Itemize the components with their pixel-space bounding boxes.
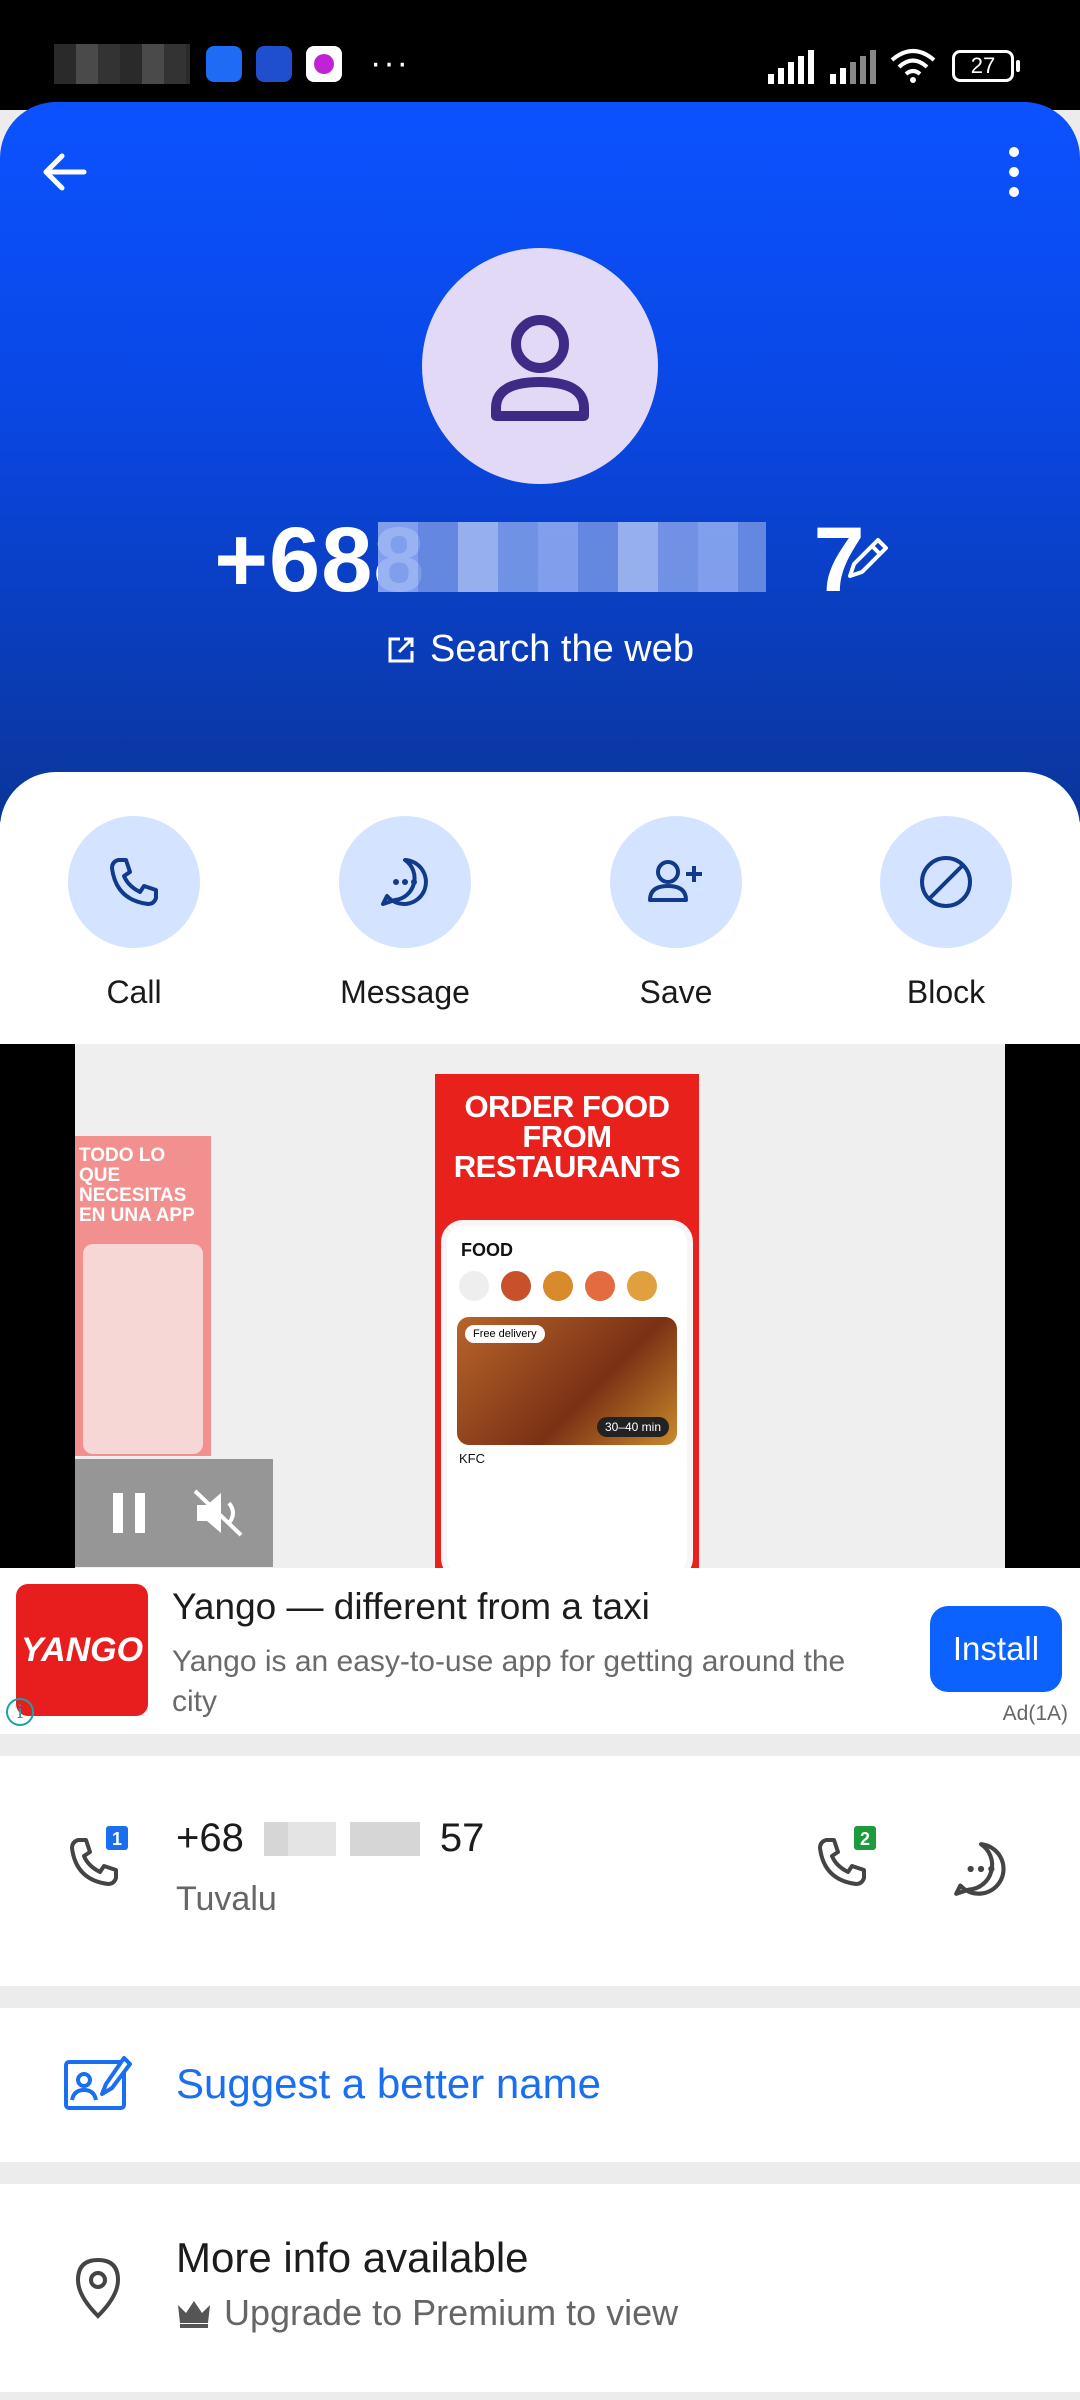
sim2-badge: 2	[860, 1829, 870, 1849]
number-prefix: +68	[176, 1816, 244, 1860]
message-icon[interactable]	[950, 1838, 1012, 1900]
block-button[interactable]: Block	[846, 816, 1046, 1011]
chat-bubble-icon	[381, 858, 428, 906]
action-panel: Call Message Save Block	[0, 772, 1080, 1044]
call-label: Call	[106, 974, 162, 1010]
promo-time: 30–40 min	[596, 1417, 669, 1437]
ad-title: Yango — different from a taxi	[172, 1586, 650, 1627]
ad-info[interactable]: YANGO Yango — different from a taxi Yang…	[0, 1568, 1080, 1734]
ad-video[interactable]: TODO LO QUE NECESITAS EN UNA APP ORDER F…	[0, 1044, 1080, 1568]
number-suffix: 57	[439, 1816, 485, 1860]
sim2-call-icon[interactable]: 2	[814, 1826, 886, 1898]
save-circle	[610, 816, 742, 948]
avatar	[422, 248, 658, 484]
promo-phone-mockup: FOOD Free delivery 30–40 min KFC	[441, 1220, 693, 1568]
message-label: Message	[340, 974, 470, 1010]
wifi-icon	[890, 49, 936, 83]
ad-tag: Ad(1A)	[1002, 1702, 1068, 1725]
number-mask-3	[350, 1822, 420, 1856]
suggest-name-card[interactable]: Suggest a better name	[0, 2008, 1080, 2162]
person-icon	[491, 315, 589, 421]
search-the-web-link[interactable]: Search the web	[0, 628, 1080, 671]
save-button[interactable]: Save	[576, 816, 776, 1011]
number-mask-1	[264, 1822, 288, 1856]
back-arrow-icon[interactable]	[38, 146, 90, 198]
block-circle	[880, 816, 1012, 948]
message-circle	[339, 816, 471, 948]
search-the-web-label: Search the web	[429, 628, 695, 670]
block-icon	[920, 856, 972, 908]
store-app-icon	[256, 46, 292, 82]
promo-title: ORDER FOOD FROM RESTAURANTS	[453, 1089, 681, 1184]
p-app-icon	[306, 46, 342, 82]
more-info-subtitle: Upgrade to Premium to view	[176, 2292, 678, 2334]
save-label: Save	[639, 974, 713, 1010]
external-link-icon	[388, 637, 414, 662]
more-notifications-icon: ···	[370, 44, 410, 82]
yango-logo-text: YANGO	[20, 1630, 144, 1669]
add-person-icon	[648, 860, 702, 902]
battery-icon: 27	[952, 50, 1014, 82]
message-button[interactable]: Message	[305, 816, 505, 1011]
promo-item: KFC	[459, 1451, 485, 1466]
location-pin-icon	[75, 2257, 121, 2319]
signal-2-icon	[830, 50, 876, 84]
call-circle	[68, 816, 200, 948]
video-controls	[75, 1459, 273, 1567]
phone-number-card: 1 +68 57 Tuvalu 2	[0, 1756, 1080, 1986]
battery-level: 27	[970, 53, 996, 78]
phone-country: Tuvalu	[176, 1880, 277, 1918]
redacted-number	[378, 522, 766, 592]
yango-logo: YANGO	[16, 1584, 148, 1716]
install-button[interactable]: Install	[930, 1606, 1062, 1692]
more-info-card[interactable]: More info available Upgrade to Premium t…	[0, 2184, 1080, 2392]
ad-info-icon[interactable]: i	[6, 1698, 34, 1726]
block-label: Block	[906, 974, 986, 1010]
more-info-title: More info available	[176, 2234, 529, 2281]
upgrade-premium-text: Upgrade to Premium to view	[224, 2292, 679, 2333]
signal-icon	[768, 50, 814, 84]
promo-left-text: TODO LO QUE NECESITAS EN UNA APP	[79, 1145, 195, 1226]
ad-description: Yango is an easy-to-use app for getting …	[172, 1645, 846, 1718]
phone-icon	[110, 858, 158, 906]
promo-section: FOOD	[461, 1240, 513, 1260]
number-mask-2	[288, 1822, 336, 1856]
sim1-badge: 1	[112, 1829, 122, 1849]
edit-pencil-icon[interactable]	[840, 530, 896, 586]
status-bar: ··· 27	[0, 0, 1080, 110]
more-options-icon[interactable]	[996, 142, 1032, 202]
mute-icon[interactable]	[191, 1487, 247, 1539]
edit-contact-icon	[64, 2056, 132, 2110]
promo-main-panel: ORDER FOOD FROM RESTAURANTS FOOD Free de…	[435, 1074, 699, 1568]
blurred-carrier	[54, 44, 190, 84]
battery-tip	[1016, 60, 1020, 72]
sim1-call-icon[interactable]: 1	[66, 1826, 138, 1898]
promo-badge: Free delivery	[465, 1325, 545, 1343]
promo-left-panel: TODO LO QUE NECESITAS EN UNA APP	[75, 1136, 211, 1456]
phone-app-icon	[206, 46, 242, 82]
suggest-name-label: Suggest a better name	[176, 2060, 601, 2107]
pause-icon[interactable]	[109, 1489, 149, 1537]
crown-icon	[178, 2301, 210, 2328]
call-button[interactable]: Call	[34, 816, 234, 1011]
